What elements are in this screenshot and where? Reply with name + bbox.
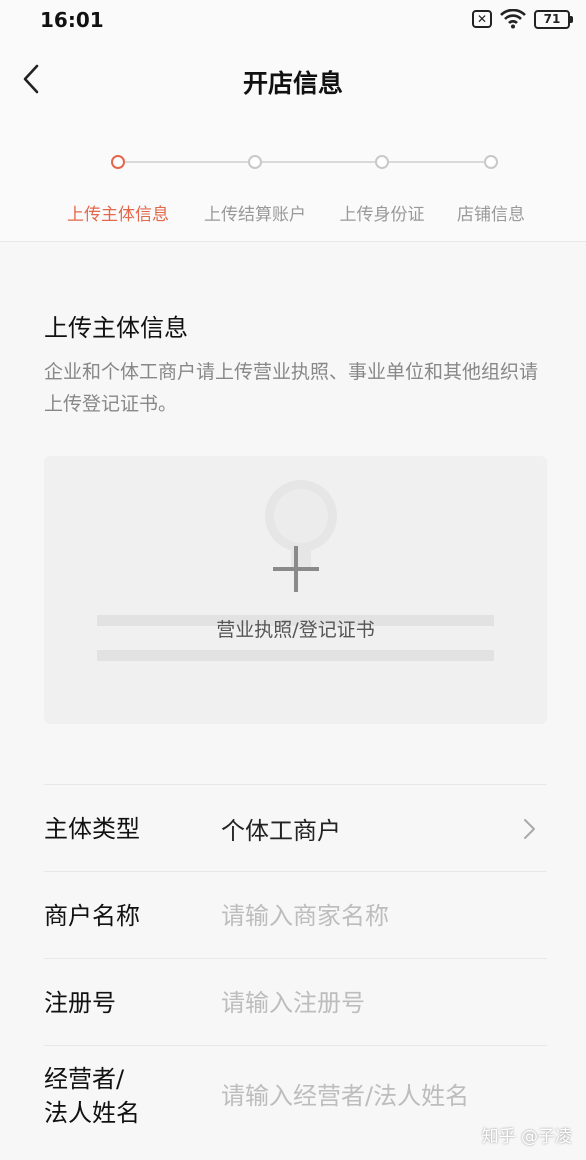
registration-no-label: 注册号: [44, 988, 116, 1017]
registration-no-row: 注册号: [44, 958, 547, 1045]
battery-icon: 71: [534, 9, 573, 29]
subject-type-value: 个体工商户: [221, 817, 341, 845]
subject-type-row[interactable]: 主体类型 个体工商户: [44, 784, 547, 871]
step-connector: [389, 161, 484, 163]
status-bar: 16:01 ✕ 71: [0, 0, 586, 40]
upload-label: 营业执照/登记证书: [216, 619, 375, 641]
step-dot-1: [111, 155, 125, 169]
section-title: 上传主体信息: [44, 314, 188, 342]
operator-name-label-line2: 法人姓名: [44, 1099, 140, 1127]
step-label-subject-info[interactable]: 上传主体信息: [67, 200, 169, 225]
step-label-id-card[interactable]: 上传身份证: [340, 200, 425, 225]
watermark: 知乎 @子凌: [481, 1127, 572, 1147]
merchant-name-input[interactable]: [221, 896, 531, 936]
step-dot-4: [484, 155, 498, 169]
placeholder-stripe: [97, 650, 494, 661]
merchant-name-row: 商户名称: [44, 871, 547, 958]
section-description: 企业和个体工商户请上传营业执照、事业单位和其他组织请上传登记证书。: [44, 361, 539, 415]
wifi-icon: [500, 9, 526, 29]
step-connector: [125, 161, 248, 163]
status-icons: ✕ 71: [472, 9, 573, 29]
merchant-name-label: 商户名称: [44, 901, 140, 930]
progress-stepper: 上传主体信息 上传结算账户 上传身份证 店铺信息: [0, 120, 586, 242]
subject-info-form: 主体类型 个体工商户 商户名称 注册号 经营者/ 法人姓名: [44, 784, 547, 1145]
step-connector: [262, 161, 375, 163]
operator-name-input[interactable]: [221, 1076, 531, 1116]
status-time: 16:01: [40, 8, 104, 32]
operator-name-label-line1: 经营者/: [44, 1065, 125, 1093]
chevron-right-icon: [524, 819, 535, 839]
subject-type-label: 主体类型: [44, 814, 140, 843]
operator-name-row: 经营者/ 法人姓名: [44, 1045, 547, 1145]
page-title: 开店信息: [242, 69, 343, 98]
step-dot-2: [248, 155, 262, 169]
no-sim-icon: ✕: [472, 10, 492, 28]
step-dot-3: [375, 155, 389, 169]
license-upload-area[interactable]: 营业执照/登记证书: [44, 456, 547, 724]
plus-icon: [273, 546, 319, 592]
nav-bar: 开店信息: [0, 40, 586, 120]
operator-name-label: 经营者/ 法人姓名: [44, 1046, 140, 1146]
step-label-shop-info[interactable]: 店铺信息: [457, 200, 525, 225]
registration-no-input[interactable]: [221, 983, 531, 1023]
step-label-settlement-account[interactable]: 上传结算账户: [204, 200, 306, 225]
